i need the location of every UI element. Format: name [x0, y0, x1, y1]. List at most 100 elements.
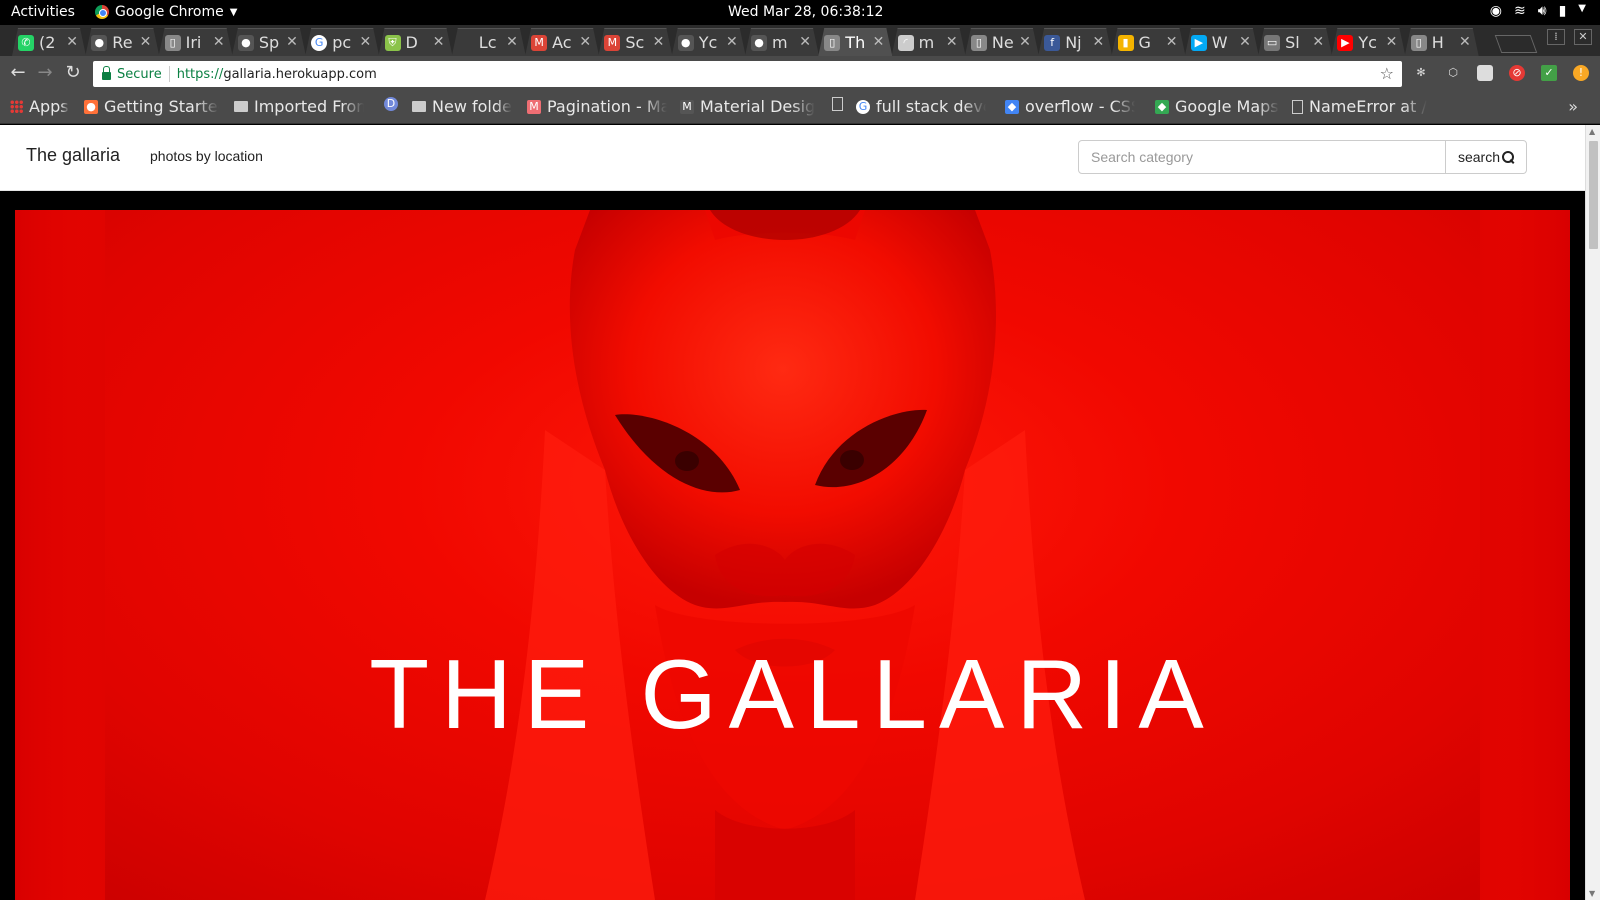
document-icon: [832, 97, 843, 111]
browser-tab[interactable]: ⛨ D ✕: [379, 28, 453, 56]
extension-alert-icon[interactable]: !: [1573, 65, 1589, 81]
bookmark-item[interactable]: NameError at /: [1292, 97, 1432, 116]
close-tab-icon[interactable]: ✕: [726, 34, 738, 50]
extension-block-icon[interactable]: ⊘: [1509, 65, 1525, 81]
search-category-input[interactable]: [1078, 140, 1446, 174]
extension-paw-icon[interactable]: ✻: [1413, 65, 1429, 81]
browser-tab[interactable]: ✆ (2 ✕: [12, 28, 86, 56]
browser-tab[interactable]: ▯ Iri ✕: [159, 28, 233, 56]
close-tab-icon[interactable]: ✕: [1312, 34, 1324, 50]
bookmark-label: Google Maps: [1175, 97, 1279, 116]
browser-tab[interactable]: ▮ G ✕: [1112, 28, 1186, 56]
tab-title: G: [1138, 33, 1151, 52]
page-viewport: The gallaria photos by location search: [0, 125, 1585, 900]
scrollbar-thumb[interactable]: [1589, 141, 1598, 249]
close-tab-icon[interactable]: ✕: [66, 34, 78, 50]
close-tab-icon[interactable]: ✕: [1459, 34, 1471, 50]
window-menu-button[interactable]: ⁞: [1547, 29, 1565, 45]
browser-tab[interactable]: ● m ✕: [745, 28, 819, 56]
document-icon: ▯: [824, 35, 840, 51]
firefox-icon: ●: [84, 99, 98, 114]
browser-tab[interactable]: M Sc ✕: [598, 28, 672, 56]
search-button[interactable]: search: [1445, 140, 1527, 174]
close-tab-icon[interactable]: ✕: [213, 34, 225, 50]
bookmark-item[interactable]: Gfull stack deve: [856, 97, 986, 116]
close-tab-icon[interactable]: ✕: [579, 34, 591, 50]
browser-tab[interactable]: ● Sp ✕: [232, 28, 306, 56]
bookmark-item[interactable]: [832, 97, 846, 111]
system-clock[interactable]: Wed Mar 28, 06:38:12: [728, 4, 883, 20]
close-tab-icon[interactable]: ✕: [1092, 34, 1104, 50]
extension-shield-icon[interactable]: ✓: [1541, 65, 1557, 81]
extension-cube-icon[interactable]: ⬡: [1445, 65, 1461, 81]
bookmark-item[interactable]: Imported From: [234, 97, 364, 116]
browser-tab[interactable]: ● Re ✕: [85, 28, 159, 56]
bookmark-item[interactable]: New folder: [412, 97, 512, 116]
bookmark-item[interactable]: D: [384, 97, 404, 111]
close-tab-icon[interactable]: ✕: [433, 34, 445, 50]
bookmarks-bar: » Apps ● Getting Started Imported From D New …: [0, 92, 1600, 124]
close-tab-icon[interactable]: ✕: [873, 34, 885, 50]
close-tab-icon[interactable]: ✕: [286, 34, 298, 50]
browser-tab[interactable]: ▯ Th ✕: [818, 28, 892, 56]
facebook-icon: f: [1044, 35, 1060, 51]
tab-title: Sp: [258, 33, 280, 52]
reload-icon[interactable]: ↻: [62, 62, 84, 84]
hero-banner: THE GALLARIA: [15, 210, 1570, 900]
vignette: [15, 210, 1570, 900]
address-bar[interactable]: Secure https:// gallaria.herokuapp.com ☆: [93, 61, 1402, 87]
browser-tab[interactable]: ▭ Sl ✕: [1258, 28, 1332, 56]
close-tab-icon[interactable]: ✕: [653, 34, 665, 50]
close-tab-icon[interactable]: ✕: [1239, 34, 1251, 50]
document-icon: ▯: [971, 35, 987, 51]
close-tab-icon[interactable]: ✕: [1386, 34, 1398, 50]
close-tab-icon[interactable]: ✕: [1019, 34, 1031, 50]
browser-tab[interactable]: Gpc ✕: [305, 28, 379, 56]
bookmark-item[interactable]: Apps: [10, 97, 75, 116]
google-icon: G: [311, 35, 327, 51]
more-bookmarks-icon[interactable]: »: [1568, 97, 1578, 116]
close-tab-icon[interactable]: ✕: [140, 34, 152, 50]
page-scrollbar[interactable]: ▲ ▼: [1585, 125, 1600, 900]
system-tray[interactable]: ◉ ≋ 🔊︎ ▮ ▼: [1490, 3, 1586, 19]
browser-tab[interactable]: ● Yc ✕: [672, 28, 746, 56]
tab-strip: ⁞ ✕ ✆ (2 ✕ ● Re ✕ ▯ Iri ✕ ● Sp ✕ Gpc ✕ ⛨ D ✕ Lc ✕ M Ac ✕ M Sc ✕ ●…: [0, 25, 1600, 56]
bookmark-item[interactable]: M Material Design: [680, 97, 815, 116]
app-menu[interactable]: Google Chrome ▼: [95, 4, 237, 20]
scroll-up-icon[interactable]: ▲: [1589, 127, 1595, 136]
close-tab-icon[interactable]: ✕: [946, 34, 958, 50]
browser-tab[interactable]: f Nj ✕: [1038, 28, 1112, 56]
back-arrow-icon[interactable]: ←: [7, 62, 29, 84]
bookmark-label: Getting Started: [104, 97, 219, 116]
browser-tab[interactable]: ▶ W ✕: [1185, 28, 1259, 56]
activities-button[interactable]: Activities: [11, 4, 75, 20]
bookmark-item[interactable]: M Pagination - Ma: [527, 97, 667, 116]
close-tab-icon[interactable]: ✕: [799, 34, 811, 50]
url-protocol: https://: [176, 66, 224, 82]
site-brand[interactable]: The gallaria: [26, 145, 120, 166]
forward-arrow-icon[interactable]: →: [34, 62, 56, 84]
tab-title: Sl: [1285, 33, 1300, 52]
bookmark-item[interactable]: ● Getting Started: [84, 97, 219, 116]
maps-icon: ◆: [1155, 99, 1169, 114]
bookmark-item[interactable]: ◆ overflow - CSS: [1005, 97, 1135, 116]
photos-by-location-link[interactable]: photos by location: [150, 148, 263, 164]
close-tab-icon[interactable]: ✕: [1166, 34, 1178, 50]
bookmark-item[interactable]: ◆ Google Maps: [1155, 97, 1280, 116]
bookmark-star-icon[interactable]: ☆: [1380, 64, 1394, 83]
new-tab-button[interactable]: [1494, 35, 1538, 53]
scroll-down-icon[interactable]: ▼: [1589, 889, 1595, 898]
close-tab-icon[interactable]: ✕: [506, 34, 518, 50]
browser-tab[interactable]: ◜ m ✕: [892, 28, 966, 56]
secure-label: Secure: [117, 66, 162, 82]
browser-tab[interactable]: ▶ Yc ✕: [1331, 28, 1405, 56]
close-window-button[interactable]: ✕: [1574, 29, 1592, 45]
close-tab-icon[interactable]: ✕: [359, 34, 371, 50]
browser-tab[interactable]: M Ac ✕: [525, 28, 599, 56]
extension-square-icon[interactable]: [1477, 65, 1493, 81]
tab-title: Lc: [478, 33, 497, 52]
browser-tab[interactable]: ▯ H ✕: [1405, 28, 1479, 56]
browser-tab[interactable]: ▯ Ne ✕: [965, 28, 1039, 56]
url-host: gallaria.herokuapp.com: [223, 66, 377, 82]
browser-tab[interactable]: Lc ✕: [452, 28, 526, 56]
